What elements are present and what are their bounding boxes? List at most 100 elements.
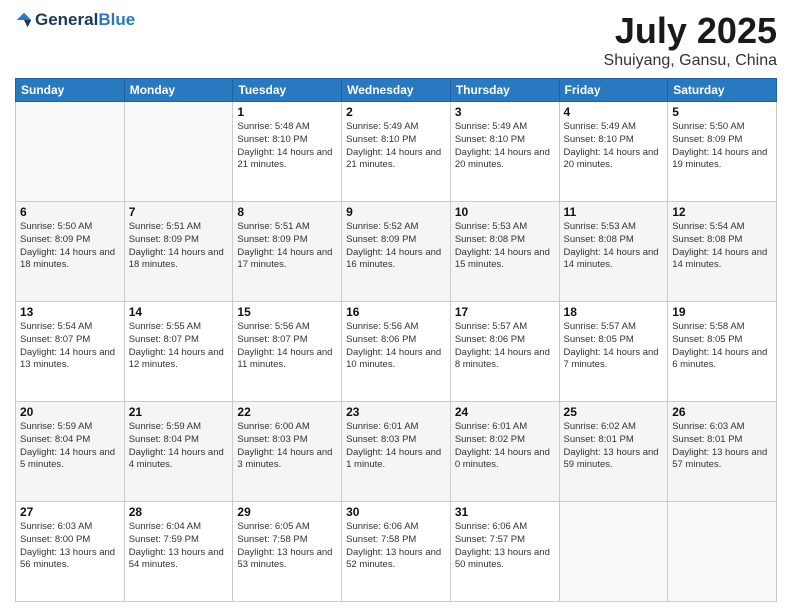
table-row: [668, 502, 777, 602]
col-tuesday: Tuesday: [233, 79, 342, 102]
day-info: Sunrise: 6:05 AM Sunset: 7:58 PM Dayligh…: [237, 521, 337, 572]
table-row: 9Sunrise: 5:52 AM Sunset: 8:09 PM Daylig…: [342, 202, 451, 302]
day-number: 4: [564, 105, 664, 119]
table-row: 15 Sunrise: 5:56 AM Sunset: 8:07 PM Dayli…: [233, 302, 342, 402]
day-info: Sunrise: 6:06 AM Sunset: 7:57 PM Dayligh…: [455, 521, 555, 572]
title-block: July 2025 Shuiyang, Gansu, China: [604, 10, 777, 70]
day-info: Sunrise: 5:53 AM Sunset: 8:08 PM Dayligh…: [564, 221, 664, 272]
table-row: 10Sunrise: 5:53 AM Sunset: 8:08 PM Dayli…: [450, 202, 559, 302]
day-number: 28: [129, 505, 229, 519]
table-row: 23Sunrise: 6:01 AM Sunset: 8:03 PM Dayli…: [342, 402, 451, 502]
day-number: 17: [455, 305, 555, 319]
header: General Blue July 2025 Shuiyang, Gansu, …: [15, 10, 777, 70]
day-number: 5: [672, 105, 772, 119]
col-sunday: Sunday: [16, 79, 125, 102]
day-number: 12: [672, 205, 772, 219]
calendar-row: 27 Sunrise: 6:03 AM Sunset: 8:00 PM Dayli…: [16, 502, 777, 602]
day-info: Sunrise: 5:50 AM Sunset: 8:09 PM Dayligh…: [672, 121, 772, 172]
day-number: 3: [455, 105, 555, 119]
table-row: 21Sunrise: 5:59 AM Sunset: 8:04 PM Dayli…: [124, 402, 233, 502]
day-info: Sunrise: 5:54 AM Sunset: 8:07 PM Dayligh…: [20, 321, 120, 372]
day-number: 9: [346, 205, 446, 219]
day-info: Sunrise: 6:06 AM Sunset: 7:58 PM Dayligh…: [346, 521, 446, 572]
day-info: Sunrise: 5:59 AM Sunset: 8:04 PM Dayligh…: [129, 421, 229, 472]
day-number: 11: [564, 205, 664, 219]
day-number: 13: [20, 305, 120, 319]
title-month: July 2025: [604, 10, 777, 52]
table-row: 11 Sunrise: 5:53 AM Sunset: 8:08 PM Dayli…: [559, 202, 668, 302]
col-monday: Monday: [124, 79, 233, 102]
day-number: 30: [346, 505, 446, 519]
day-info: Sunrise: 5:57 AM Sunset: 8:05 PM Dayligh…: [564, 321, 664, 372]
day-info: Sunrise: 6:00 AM Sunset: 8:03 PM Dayligh…: [237, 421, 337, 472]
table-row: 27 Sunrise: 6:03 AM Sunset: 8:00 PM Dayli…: [16, 502, 125, 602]
day-info: Sunrise: 6:04 AM Sunset: 7:59 PM Dayligh…: [129, 521, 229, 572]
day-info: Sunrise: 6:03 AM Sunset: 8:00 PM Dayligh…: [20, 521, 120, 572]
day-info: Sunrise: 5:51 AM Sunset: 8:09 PM Dayligh…: [129, 221, 229, 272]
day-number: 31: [455, 505, 555, 519]
day-number: 25: [564, 405, 664, 419]
day-info: Sunrise: 5:49 AM Sunset: 8:10 PM Dayligh…: [455, 121, 555, 172]
table-row: 1Sunrise: 5:48 AM Sunset: 8:10 PM Daylig…: [233, 102, 342, 202]
col-wednesday: Wednesday: [342, 79, 451, 102]
logo-blue: Blue: [98, 10, 135, 30]
calendar-row: 20 Sunrise: 5:59 AM Sunset: 8:04 PM Dayli…: [16, 402, 777, 502]
table-row: 28 Sunrise: 6:04 AM Sunset: 7:59 PM Dayli…: [124, 502, 233, 602]
day-info: Sunrise: 5:54 AM Sunset: 8:08 PM Dayligh…: [672, 221, 772, 272]
day-info: Sunrise: 5:49 AM Sunset: 8:10 PM Dayligh…: [564, 121, 664, 172]
logo-icon: [15, 11, 33, 29]
table-row: 19 Sunrise: 5:58 AM Sunset: 8:05 PM Dayli…: [668, 302, 777, 402]
day-info: Sunrise: 5:55 AM Sunset: 8:07 PM Dayligh…: [129, 321, 229, 372]
day-number: 20: [20, 405, 120, 419]
table-row: 16 Sunrise: 5:56 AM Sunset: 8:06 PM Dayli…: [342, 302, 451, 402]
day-number: 18: [564, 305, 664, 319]
day-number: 22: [237, 405, 337, 419]
day-number: 8: [237, 205, 337, 219]
title-location: Shuiyang, Gansu, China: [604, 52, 777, 70]
table-row: 14 Sunrise: 5:55 AM Sunset: 8:07 PM Dayli…: [124, 302, 233, 402]
day-number: 6: [20, 205, 120, 219]
table-row: [124, 102, 233, 202]
col-saturday: Saturday: [668, 79, 777, 102]
table-row: 31 Sunrise: 6:06 AM Sunset: 7:57 PM Dayli…: [450, 502, 559, 602]
calendar-table: Sunday Monday Tuesday Wednesday Thursday…: [15, 78, 777, 602]
table-row: 2 Sunrise: 5:49 AM Sunset: 8:10 PM Daylig…: [342, 102, 451, 202]
day-info: Sunrise: 6:03 AM Sunset: 8:01 PM Dayligh…: [672, 421, 772, 472]
day-info: Sunrise: 5:56 AM Sunset: 8:06 PM Dayligh…: [346, 321, 446, 372]
day-info: Sunrise: 5:49 AM Sunset: 8:10 PM Dayligh…: [346, 121, 446, 172]
day-number: 15: [237, 305, 337, 319]
table-row: 4 Sunrise: 5:49 AM Sunset: 8:10 PM Daylig…: [559, 102, 668, 202]
day-number: 24: [455, 405, 555, 419]
day-number: 7: [129, 205, 229, 219]
day-info: Sunrise: 5:58 AM Sunset: 8:05 PM Dayligh…: [672, 321, 772, 372]
day-info: Sunrise: 5:53 AM Sunset: 8:08 PM Dayligh…: [455, 221, 555, 272]
table-row: 7 Sunrise: 5:51 AM Sunset: 8:09 PM Daylig…: [124, 202, 233, 302]
day-info: Sunrise: 6:02 AM Sunset: 8:01 PM Dayligh…: [564, 421, 664, 472]
day-number: 16: [346, 305, 446, 319]
table-row: [559, 502, 668, 602]
day-number: 26: [672, 405, 772, 419]
day-number: 2: [346, 105, 446, 119]
table-row: 12 Sunrise: 5:54 AM Sunset: 8:08 PM Dayli…: [668, 202, 777, 302]
table-row: 3 Sunrise: 5:49 AM Sunset: 8:10 PM Daylig…: [450, 102, 559, 202]
table-row: 30 Sunrise: 6:06 AM Sunset: 7:58 PM Dayli…: [342, 502, 451, 602]
day-info: Sunrise: 6:01 AM Sunset: 8:03 PM Dayligh…: [346, 421, 446, 472]
day-info: Sunrise: 6:01 AM Sunset: 8:02 PM Dayligh…: [455, 421, 555, 472]
table-row: 20Sunrise: 5:59 AM Sunset: 8:04 PM Dayli…: [16, 402, 125, 502]
table-row: 5 Sunrise: 5:50 AM Sunset: 8:09 PM Daylig…: [668, 102, 777, 202]
table-row: 22 Sunrise: 6:00 AM Sunset: 8:03 PM Dayli…: [233, 402, 342, 502]
day-number: 14: [129, 305, 229, 319]
table-row: 13 Sunrise: 5:54 AM Sunset: 8:07 PM Dayli…: [16, 302, 125, 402]
table-row: [16, 102, 125, 202]
table-row: 8Sunrise: 5:51 AM Sunset: 8:09 PM Daylig…: [233, 202, 342, 302]
day-number: 19: [672, 305, 772, 319]
table-row: 29Sunrise: 6:05 AM Sunset: 7:58 PM Dayli…: [233, 502, 342, 602]
col-friday: Friday: [559, 79, 668, 102]
day-number: 27: [20, 505, 120, 519]
table-row: 25 Sunrise: 6:02 AM Sunset: 8:01 PM Dayli…: [559, 402, 668, 502]
table-row: 18 Sunrise: 5:57 AM Sunset: 8:05 PM Dayli…: [559, 302, 668, 402]
day-info: Sunrise: 5:57 AM Sunset: 8:06 PM Dayligh…: [455, 321, 555, 372]
logo-general: General: [35, 10, 98, 30]
day-info: Sunrise: 5:48 AM Sunset: 8:10 PM Dayligh…: [237, 121, 337, 172]
day-info: Sunrise: 5:56 AM Sunset: 8:07 PM Dayligh…: [237, 321, 337, 372]
